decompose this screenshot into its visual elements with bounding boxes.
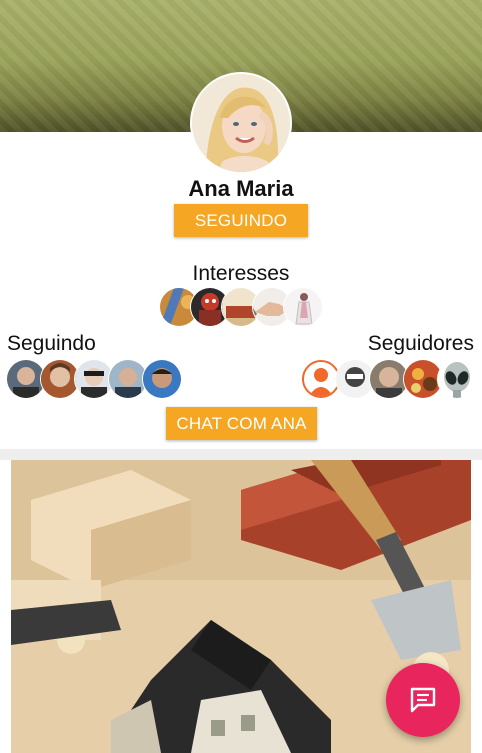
user-avatar-1[interactable] (7, 360, 45, 398)
interest-fashion-icon[interactable] (284, 288, 322, 326)
user-avatar-3[interactable] (75, 360, 113, 398)
interests-list (160, 288, 322, 328)
alien-avatar-icon[interactable] (438, 360, 476, 398)
following-list (7, 360, 183, 400)
user-avatar-6[interactable] (336, 360, 374, 398)
following-title: Seguindo (7, 332, 96, 355)
profile-avatar[interactable] (192, 74, 290, 172)
chat-button[interactable]: CHAT COM ANA (166, 407, 317, 440)
user-avatar-4[interactable] (109, 360, 147, 398)
section-divider (0, 449, 482, 460)
profile-name: Ana Maria (188, 176, 294, 201)
followers-title: Seguidores (367, 332, 474, 355)
message-fab[interactable] (386, 663, 460, 737)
default-user-icon[interactable] (302, 360, 340, 398)
profile-photo (192, 74, 290, 172)
user-avatar-5[interactable] (143, 360, 181, 398)
interests-title: Interesses (192, 262, 290, 285)
message-icon (410, 687, 436, 713)
following-toggle-button[interactable]: SEGUINDO (174, 204, 308, 237)
user-avatar-7[interactable] (370, 360, 408, 398)
user-avatar-2[interactable] (41, 360, 79, 398)
user-avatar-8[interactable] (404, 360, 442, 398)
followers-list (302, 360, 478, 400)
